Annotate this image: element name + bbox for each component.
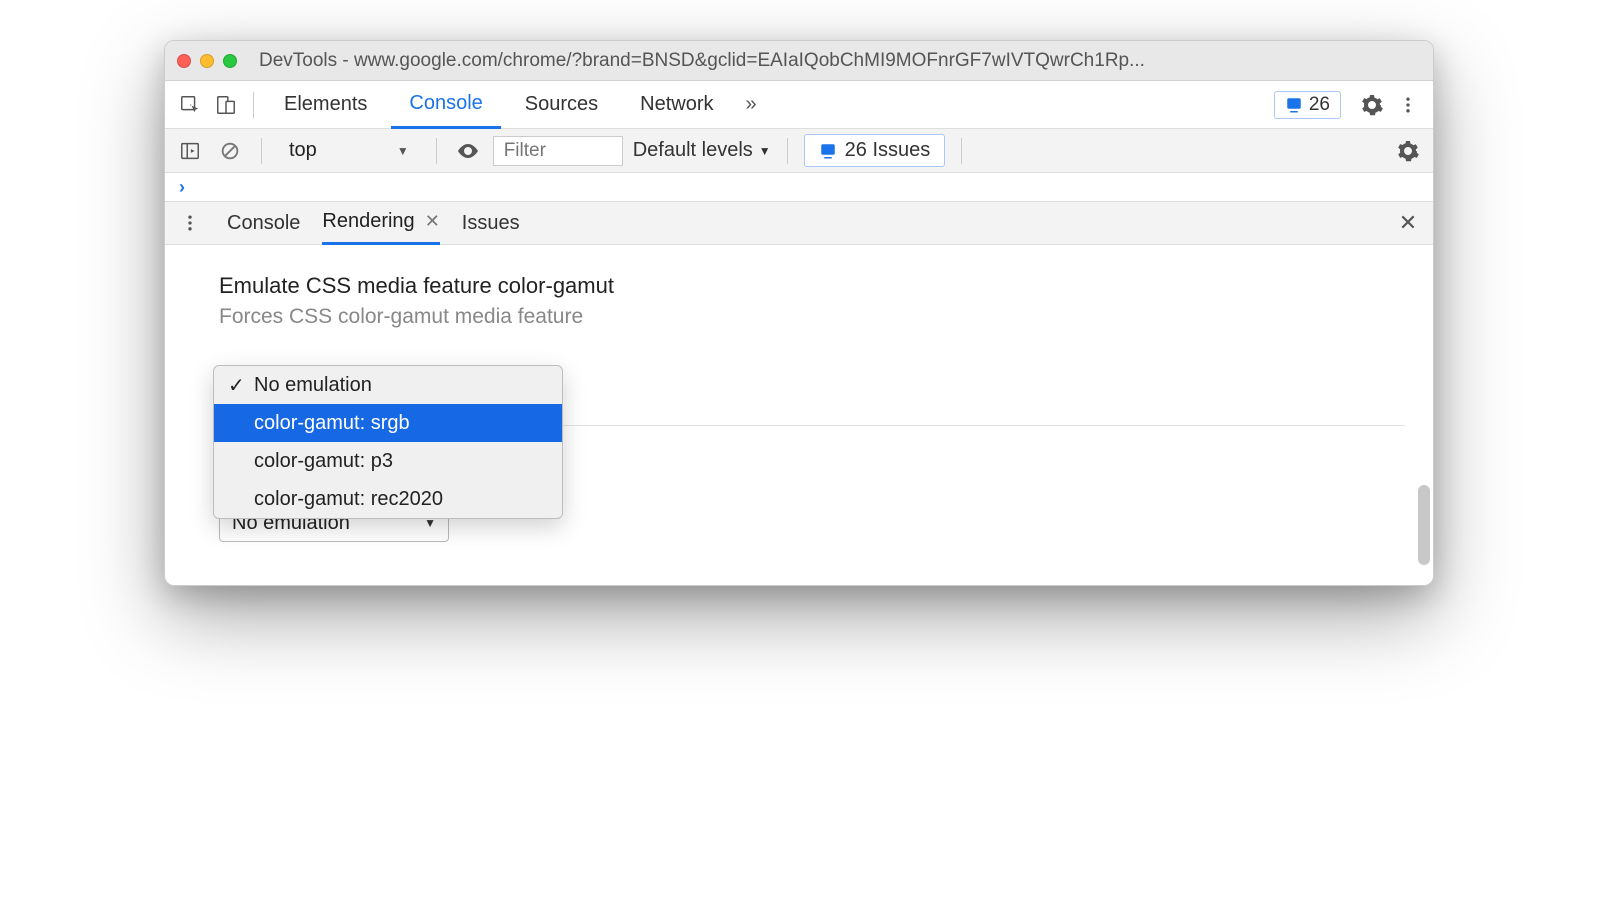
context-label: top [289, 139, 317, 162]
tabs-overflow-button[interactable]: » [738, 81, 765, 129]
dropdown-option-srgb[interactable]: color-gamut: srgb [214, 404, 562, 442]
settings-gear-icon[interactable] [1357, 90, 1387, 120]
dropdown-option-p3[interactable]: color-gamut: p3 [214, 442, 562, 480]
tab-console[interactable]: Console [391, 81, 500, 129]
divider [261, 138, 262, 164]
divider [253, 92, 254, 118]
issues-chip[interactable]: 26 [1274, 91, 1341, 119]
context-selector[interactable]: top ▼ [278, 134, 420, 167]
prompt-icon: › [179, 177, 185, 198]
color-gamut-dropdown: ✓ No emulation color-gamut: srgb color-g… [213, 365, 563, 519]
drawer-tab-console[interactable]: Console [227, 201, 300, 245]
divider [787, 138, 788, 164]
close-window-button[interactable] [177, 54, 191, 68]
drawer-tab-label: Rendering [322, 210, 414, 233]
close-tab-icon[interactable]: ✕ [425, 211, 440, 232]
kebab-menu-icon[interactable] [1393, 90, 1423, 120]
issues-button[interactable]: 26 Issues [804, 134, 946, 167]
tab-sources[interactable]: Sources [507, 81, 616, 129]
chevron-down-icon: ▼ [397, 144, 409, 158]
option-label: No emulation [254, 374, 372, 397]
window-title: DevTools - www.google.com/chrome/?brand=… [259, 50, 1145, 72]
dropdown-option-rec2020[interactable]: color-gamut: rec2020 [214, 480, 562, 518]
titlebar: DevTools - www.google.com/chrome/?brand=… [165, 41, 1433, 81]
filter-input[interactable] [493, 136, 623, 166]
section-title: Emulate CSS media feature color-gamut [219, 273, 1405, 299]
live-expression-eye-icon[interactable] [453, 136, 483, 166]
rendering-panel: Emulate CSS media feature color-gamut Fo… [165, 245, 1433, 585]
tab-elements[interactable]: Elements [266, 81, 385, 129]
inspect-element-icon[interactable] [175, 90, 205, 120]
clear-console-icon[interactable] [215, 136, 245, 166]
console-toolbar: top ▼ Default levels ▼ 26 Issues [165, 129, 1433, 173]
log-levels-selector[interactable]: Default levels ▼ [633, 139, 771, 162]
levels-label: Default levels [633, 139, 753, 162]
drawer-kebab-icon[interactable] [175, 208, 205, 238]
sidebar-toggle-icon[interactable] [175, 136, 205, 166]
option-label: color-gamut: p3 [254, 450, 393, 473]
option-label: color-gamut: rec2020 [254, 488, 443, 511]
console-prompt-row[interactable]: › [165, 173, 1433, 201]
tab-network[interactable]: Network [622, 81, 731, 129]
chevron-down-icon: ▼ [759, 144, 771, 158]
drawer-tabbar: Console Rendering ✕ Issues ✕ [165, 201, 1433, 245]
dropdown-option-no-emulation[interactable]: ✓ No emulation [214, 366, 562, 404]
devtools-window: DevTools - www.google.com/chrome/?brand=… [164, 40, 1434, 586]
device-toggle-icon[interactable] [211, 90, 241, 120]
divider [436, 138, 437, 164]
drawer-tab-rendering[interactable]: Rendering ✕ [322, 201, 439, 245]
issues-count: 26 [1309, 94, 1330, 116]
traffic-lights [177, 54, 237, 68]
main-tabbar: Elements Console Sources Network » 26 [165, 81, 1433, 129]
divider [961, 138, 962, 164]
zoom-window-button[interactable] [223, 54, 237, 68]
minimize-window-button[interactable] [200, 54, 214, 68]
section-subtitle: Forces CSS color-gamut media feature [219, 305, 1405, 329]
check-icon: ✓ [228, 373, 244, 398]
issues-label: 26 Issues [845, 139, 931, 162]
close-drawer-icon[interactable]: ✕ [1393, 208, 1423, 238]
drawer-tab-issues[interactable]: Issues [462, 201, 520, 245]
console-settings-gear-icon[interactable] [1393, 136, 1423, 166]
scrollbar-thumb[interactable] [1418, 485, 1430, 565]
option-label: color-gamut: srgb [254, 412, 410, 435]
